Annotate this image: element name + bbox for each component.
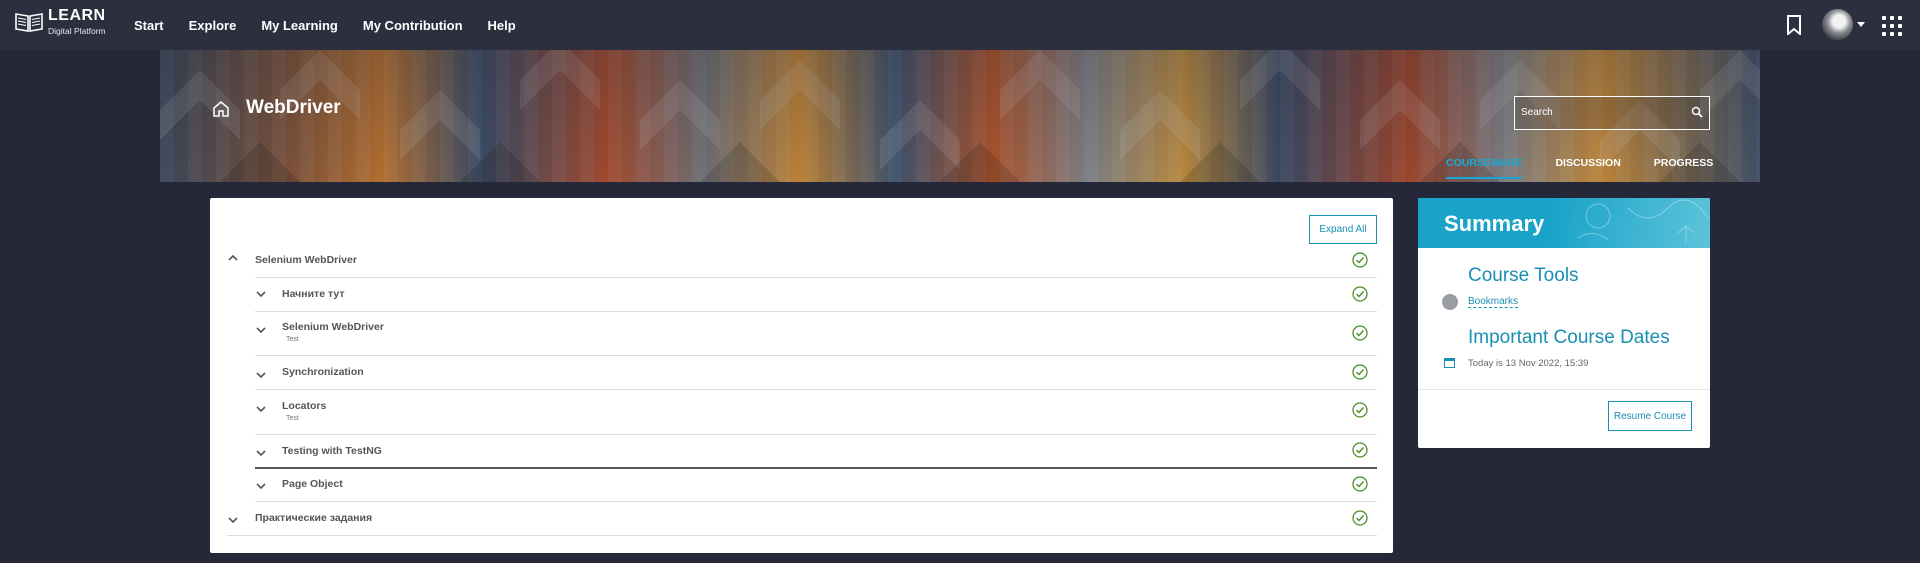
divider [255, 311, 1377, 312]
divider [255, 501, 1377, 502]
tab-courseware[interactable]: COURSEWARE [1446, 157, 1523, 179]
subsection-row[interactable]: Testing with TestNG [282, 445, 382, 457]
divider [255, 389, 1377, 390]
subsection-row[interactable]: Synchronization [282, 366, 364, 378]
course-tabs: COURSEWARE DISCUSSION PROGRESS [1446, 157, 1746, 179]
subsection-title: Page Object [282, 478, 343, 490]
subsection-row[interactable]: Начните тут [282, 288, 344, 300]
search-icon[interactable] [1691, 106, 1703, 118]
bookmarks-link[interactable]: Bookmarks [1468, 296, 1519, 308]
section-title: Selenium WebDriver [255, 254, 357, 266]
brand-logo[interactable]: LEARN Digital Platform [14, 8, 106, 36]
chevron-down-icon[interactable] [256, 325, 266, 335]
apps-grid-icon[interactable] [1882, 16, 1902, 36]
course-tools-heading: Course Tools [1468, 265, 1579, 286]
nav-my-contribution[interactable]: My Contribution [363, 18, 463, 33]
summary-header: Summary [1418, 198, 1710, 248]
expand-all-button[interactable]: Expand All [1309, 215, 1377, 244]
chevron-up-icon[interactable] [228, 253, 238, 263]
subsection-row[interactable]: Selenium WebDriver Test [282, 321, 384, 343]
search-input[interactable] [1515, 97, 1675, 127]
chevron-down-icon[interactable] [256, 289, 266, 299]
subsection-title: Locators [282, 400, 327, 412]
resume-course-button[interactable]: Resume Course [1608, 401, 1692, 431]
check-circle-icon [1352, 510, 1368, 526]
subsection-title: Testing with TestNG [282, 445, 382, 457]
divider [227, 535, 1377, 536]
header-decoration [1577, 199, 1709, 243]
summary-panel: Summary Course Tools Bookmarks Important… [1418, 198, 1710, 448]
subsection-title: Начните тут [282, 288, 345, 300]
nav-explore[interactable]: Explore [189, 18, 237, 33]
important-dates-heading: Important Course Dates [1468, 327, 1670, 348]
caret-down-icon[interactable] [1857, 22, 1865, 27]
tab-discussion[interactable]: DISCUSSION [1555, 157, 1620, 179]
divider [255, 355, 1377, 356]
divider [1418, 389, 1710, 390]
bookmark-icon[interactable] [1786, 15, 1802, 35]
bookmark-icon [1442, 294, 1458, 310]
nav-my-learning[interactable]: My Learning [261, 18, 338, 33]
course-title: WebDriver [246, 97, 341, 118]
check-circle-icon [1352, 325, 1368, 341]
check-circle-icon [1352, 442, 1368, 458]
section-title: Практические задания [255, 512, 373, 524]
course-banner: WebDriver COURSEWARE DISCUSSION PROGRESS [160, 50, 1760, 182]
chevron-down-icon[interactable] [256, 481, 266, 491]
subsection-note: Test [286, 415, 299, 422]
nav-start[interactable]: Start [134, 18, 164, 33]
divider [255, 434, 1377, 435]
book-icon [15, 12, 43, 32]
chevron-down-icon[interactable] [256, 448, 266, 458]
search-box [1514, 96, 1710, 130]
subsection-note: Test [286, 336, 299, 343]
summary-title: Summary [1444, 211, 1545, 236]
avatar[interactable] [1822, 9, 1853, 40]
brand-subtitle: Digital Platform [48, 26, 106, 36]
section-row[interactable]: Практические задания [255, 512, 372, 524]
nav-help[interactable]: Help [488, 18, 516, 33]
check-circle-icon [1352, 402, 1368, 418]
chevron-down-icon[interactable] [256, 370, 266, 380]
today-date: Today is 13 Nov 2022, 15:39 [1468, 358, 1589, 369]
subsection-title: Selenium WebDriver [282, 321, 384, 333]
course-outline: Expand All Selenium WebDriver Начните ту… [210, 198, 1393, 553]
chevron-down-icon[interactable] [256, 404, 266, 414]
check-circle-icon [1352, 252, 1368, 268]
top-nav: LEARN Digital Platform Start Explore My … [0, 0, 1920, 50]
check-circle-icon [1352, 476, 1368, 492]
tab-progress[interactable]: PROGRESS [1654, 157, 1714, 179]
check-circle-icon [1352, 286, 1368, 302]
subsection-title: Synchronization [282, 366, 364, 378]
subsection-row[interactable]: Page Object [282, 478, 343, 490]
brand-title: LEARN [48, 7, 106, 24]
divider [255, 277, 1377, 278]
home-icon[interactable] [212, 100, 230, 118]
nav-links: Start Explore My Learning My Contributio… [134, 0, 541, 50]
divider [255, 467, 1377, 469]
subsection-row[interactable]: Locators Test [282, 400, 326, 422]
check-circle-icon [1352, 364, 1368, 380]
calendar-icon [1444, 358, 1455, 368]
section-row[interactable]: Selenium WebDriver [255, 254, 357, 266]
chevron-down-icon[interactable] [228, 515, 238, 525]
